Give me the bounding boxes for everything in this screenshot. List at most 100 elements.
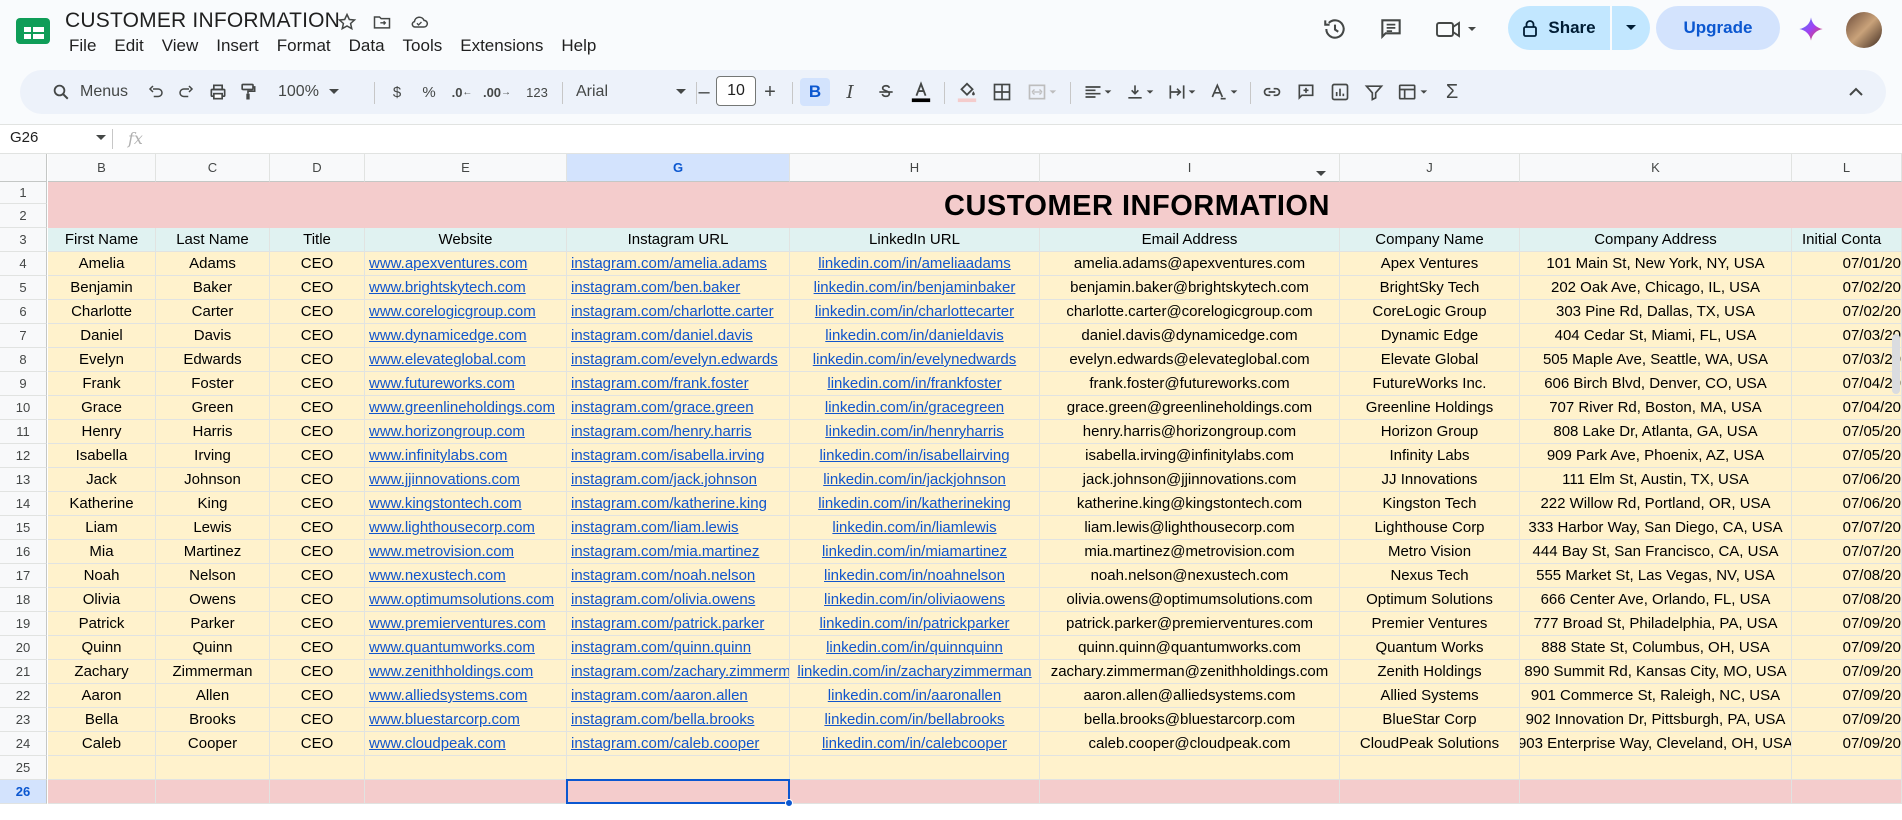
table-cell[interactable]: CEO bbox=[270, 372, 365, 396]
table-cell[interactable]: 07/07/20 bbox=[1792, 540, 1902, 564]
table-cell[interactable]: 07/09/20 bbox=[1792, 708, 1902, 732]
table-cell[interactable]: Cooper bbox=[156, 732, 270, 756]
table-cell[interactable]: 07/09/20 bbox=[1792, 660, 1902, 684]
table-cell[interactable]: Isabella bbox=[48, 444, 156, 468]
undo-icon[interactable] bbox=[142, 78, 170, 106]
share-button[interactable]: Share bbox=[1508, 6, 1610, 50]
borders-icon[interactable] bbox=[988, 78, 1016, 106]
website-link[interactable]: www.dynamicedge.com bbox=[365, 324, 567, 348]
italic-button[interactable]: I bbox=[836, 78, 864, 106]
selected-cell-outline[interactable] bbox=[566, 779, 790, 804]
decrease-decimal-button[interactable]: .0 ← bbox=[448, 78, 476, 106]
table-cell[interactable]: Premier Ventures bbox=[1340, 612, 1520, 636]
table-cell[interactable]: caleb.cooper@cloudpeak.com bbox=[1040, 732, 1340, 756]
insert-comment-icon[interactable] bbox=[1292, 78, 1320, 106]
row-header-20[interactable]: 20 bbox=[0, 636, 47, 660]
table-cell[interactable]: Henry bbox=[48, 420, 156, 444]
table-cell[interactable]: 07/04/20 bbox=[1792, 372, 1902, 396]
website-link[interactable]: www.jjinnovations.com bbox=[365, 468, 567, 492]
table-cell[interactable]: 777 Broad St, Philadelphia, PA, USA bbox=[1520, 612, 1792, 636]
meet-icon[interactable] bbox=[1432, 14, 1482, 44]
table-cell[interactable]: Zenith Holdings bbox=[1340, 660, 1520, 684]
linkedin-link[interactable]: linkedin.com/in/gracegreen bbox=[790, 396, 1040, 420]
table-cell[interactable]: 808 Lake Dr, Atlanta, GA, USA bbox=[1520, 420, 1792, 444]
table-cell[interactable]: Green bbox=[156, 396, 270, 420]
table-cell[interactable]: Aaron bbox=[48, 684, 156, 708]
table-cell[interactable]: Katherine bbox=[48, 492, 156, 516]
table-cell[interactable]: CEO bbox=[270, 732, 365, 756]
functions-icon[interactable]: Σ bbox=[1438, 78, 1466, 106]
table-cell[interactable]: CEO bbox=[270, 444, 365, 468]
table-cell[interactable]: 333 Harbor Way, San Diego, CA, USA bbox=[1520, 516, 1792, 540]
upgrade-button[interactable]: Upgrade bbox=[1656, 6, 1780, 50]
table-cell[interactable]: 903 Enterprise Way, Cleveland, OH, USA bbox=[1520, 732, 1792, 756]
table-cell[interactable]: 888 State St, Columbus, OH, USA bbox=[1520, 636, 1792, 660]
row-header-18[interactable]: 18 bbox=[0, 588, 47, 612]
move-folder-icon[interactable] bbox=[371, 11, 393, 33]
row-header-1[interactable]: 1 bbox=[0, 182, 47, 204]
menu-tools[interactable]: Tools bbox=[394, 36, 452, 56]
website-link[interactable]: www.infinitylabs.com bbox=[365, 444, 567, 468]
table-cell[interactable]: Owens bbox=[156, 588, 270, 612]
linkedin-link[interactable]: linkedin.com/in/patrickparker bbox=[790, 612, 1040, 636]
linkedin-link[interactable]: linkedin.com/in/evelynedwards bbox=[790, 348, 1040, 372]
column-header-c[interactable]: C bbox=[156, 154, 270, 182]
select-all-corner[interactable] bbox=[0, 154, 47, 182]
table-cell[interactable]: King bbox=[156, 492, 270, 516]
row-header-17[interactable]: 17 bbox=[0, 564, 47, 588]
horizontal-align-icon[interactable] bbox=[1078, 78, 1118, 106]
column-filter-chevron-down-icon[interactable] bbox=[1316, 164, 1326, 176]
document-title[interactable]: CUSTOMER INFORMATION bbox=[65, 9, 340, 33]
table-cell[interactable]: Quinn bbox=[156, 636, 270, 660]
table-cell[interactable]: Edwards bbox=[156, 348, 270, 372]
table-cell[interactable]: CEO bbox=[270, 684, 365, 708]
table-cell[interactable]: Martinez bbox=[156, 540, 270, 564]
row-header-7[interactable]: 7 bbox=[0, 324, 47, 348]
table-cell[interactable]: 202 Oak Ave, Chicago, IL, USA bbox=[1520, 276, 1792, 300]
linkedin-link[interactable]: linkedin.com/in/benjaminbaker bbox=[790, 276, 1040, 300]
instagram-link[interactable]: instagram.com/liam.lewis bbox=[567, 516, 790, 540]
row-header-4[interactable]: 4 bbox=[0, 252, 47, 276]
table-cell[interactable]: Carter bbox=[156, 300, 270, 324]
table-cell[interactable]: 666 Center Ave, Orlando, FL, USA bbox=[1520, 588, 1792, 612]
table-cell[interactable]: CEO bbox=[270, 540, 365, 564]
table-cell[interactable]: Apex Ventures bbox=[1340, 252, 1520, 276]
linkedin-link[interactable]: linkedin.com/in/bellabrooks bbox=[790, 708, 1040, 732]
header-cell-linkedin-url[interactable]: LinkedIn URL bbox=[790, 228, 1040, 252]
currency-format-button[interactable]: $ bbox=[386, 78, 408, 106]
table-cell[interactable]: 07/05/20 bbox=[1792, 420, 1902, 444]
table-cell[interactable]: henry.harris@horizongroup.com bbox=[1040, 420, 1340, 444]
row-header-15[interactable]: 15 bbox=[0, 516, 47, 540]
linkedin-link[interactable]: linkedin.com/in/quinnquinn bbox=[790, 636, 1040, 660]
website-link[interactable]: www.greenlineholdings.com bbox=[365, 396, 567, 420]
table-cell[interactable]: 444 Bay St, San Francisco, CA, USA bbox=[1520, 540, 1792, 564]
formula-input[interactable] bbox=[160, 129, 1860, 151]
empty-cell[interactable] bbox=[48, 780, 156, 804]
table-cell[interactable]: Olivia bbox=[48, 588, 156, 612]
table-cell[interactable]: CEO bbox=[270, 276, 365, 300]
redo-icon[interactable] bbox=[172, 78, 200, 106]
row-header-24[interactable]: 24 bbox=[0, 732, 47, 756]
instagram-link[interactable]: instagram.com/ben.baker bbox=[567, 276, 790, 300]
table-cell[interactable]: 07/02/20 bbox=[1792, 276, 1902, 300]
table-cell[interactable]: Greenline Holdings bbox=[1340, 396, 1520, 420]
table-cell[interactable]: 890 Summit Rd, Kansas City, MO, USA bbox=[1520, 660, 1792, 684]
column-header-b[interactable]: B bbox=[48, 154, 156, 182]
table-cell[interactable]: 222 Willow Rd, Portland, OR, USA bbox=[1520, 492, 1792, 516]
table-cell[interactable]: 07/01/20 bbox=[1792, 252, 1902, 276]
table-cell[interactable]: Liam bbox=[48, 516, 156, 540]
empty-cell[interactable] bbox=[156, 780, 270, 804]
website-link[interactable]: www.alliedsystems.com bbox=[365, 684, 567, 708]
table-cell[interactable]: CEO bbox=[270, 612, 365, 636]
comment-icon[interactable] bbox=[1376, 14, 1406, 44]
instagram-link[interactable]: instagram.com/aaron.allen bbox=[567, 684, 790, 708]
table-cell[interactable]: Brooks bbox=[156, 708, 270, 732]
row-header-19[interactable]: 19 bbox=[0, 612, 47, 636]
instagram-link[interactable]: instagram.com/amelia.adams bbox=[567, 252, 790, 276]
table-cell[interactable]: Kingston Tech bbox=[1340, 492, 1520, 516]
row-header-21[interactable]: 21 bbox=[0, 660, 47, 684]
table-cell[interactable]: Nelson bbox=[156, 564, 270, 588]
table-cell[interactable]: quinn.quinn@quantumworks.com bbox=[1040, 636, 1340, 660]
merge-cells-icon[interactable] bbox=[1022, 78, 1062, 106]
gemini-icon[interactable] bbox=[1796, 14, 1826, 44]
